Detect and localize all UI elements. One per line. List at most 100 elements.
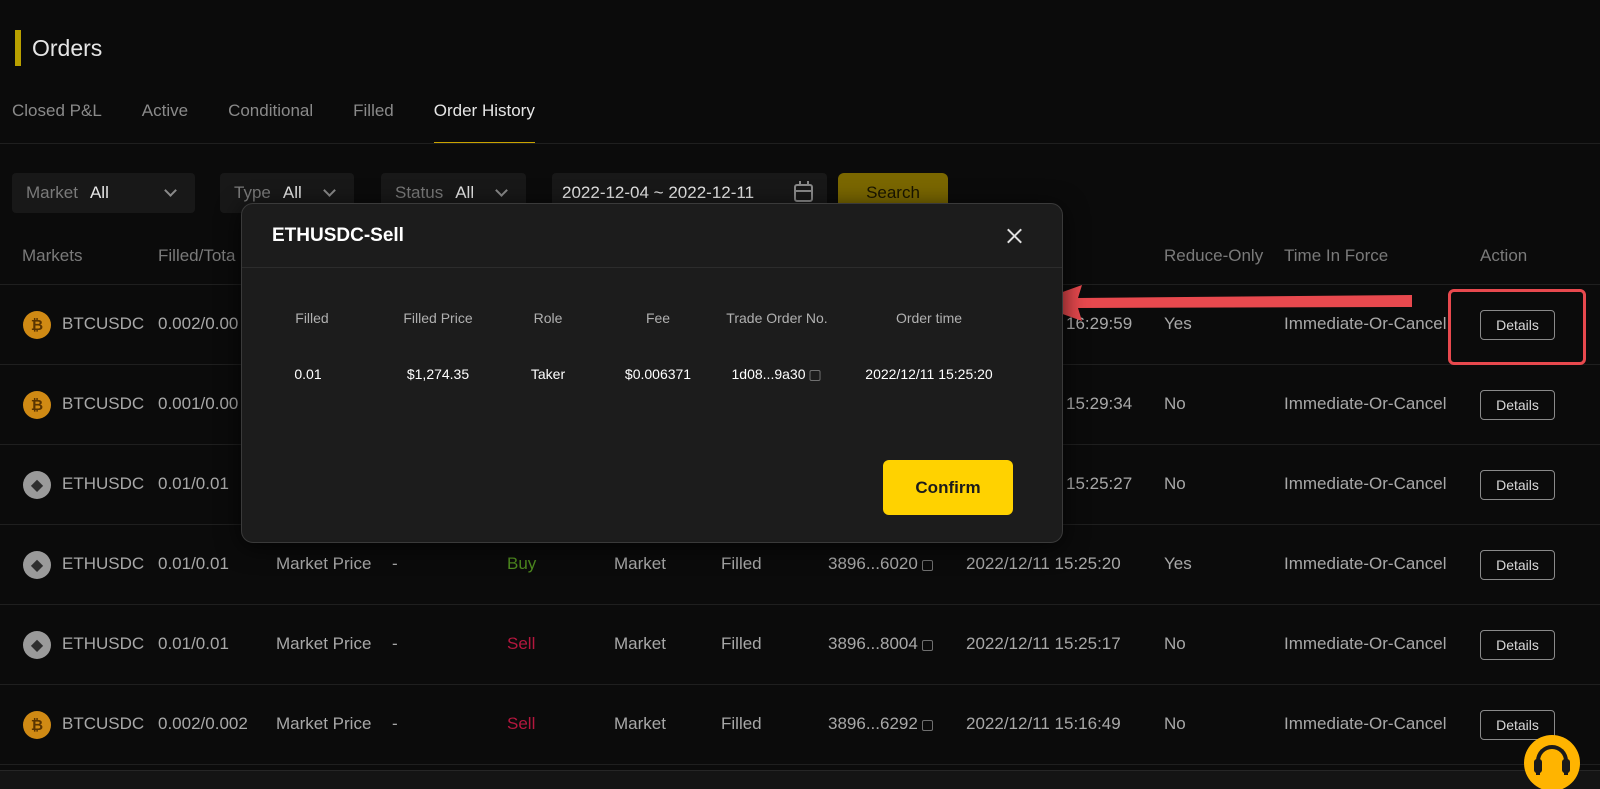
tab-active[interactable]: Active: [142, 96, 188, 144]
header-time-in-force: Time In Force: [1284, 246, 1389, 265]
modal-order-time-value: 2022/12/11 15:25:20: [865, 366, 993, 382]
tabs-divider: [0, 143, 1600, 144]
ethereum-icon: ◆: [23, 551, 51, 579]
time-in-force-cell: Immediate-Or-Cancel: [1284, 554, 1447, 573]
header-reduce-only: Reduce-Only: [1164, 246, 1264, 265]
modal-filled-price-value: $1,274.35: [406, 366, 470, 382]
order-time-cell: 2022/12/11 15:25:20: [966, 554, 1121, 573]
details-button[interactable]: Details: [1480, 550, 1555, 580]
market-cell: ETHUSDC: [62, 554, 145, 573]
reduce-only-cell: Yes: [1164, 554, 1192, 573]
filled-total-cell: 0.01/0.01: [158, 474, 229, 493]
page-title: Orders: [32, 34, 103, 61]
details-button[interactable]: Details: [1480, 390, 1555, 420]
modal-title: ETHUSDC-Sell: [272, 225, 404, 246]
confirm-button[interactable]: Confirm: [883, 460, 1013, 515]
modal-header-trade-order-no: Trade Order No.: [726, 310, 828, 326]
side-cell: Buy: [507, 554, 537, 573]
market-cell: ETHUSDC: [62, 634, 145, 653]
order-no-cell: 3896...8004: [828, 634, 933, 654]
details-button[interactable]: Details: [1480, 630, 1555, 660]
bitcoin-icon: ₿: [23, 311, 51, 339]
table-row: ◆ ETHUSDC 0.01/0.01 Market Price - Sell …: [0, 605, 1600, 685]
side-cell: Sell: [507, 714, 536, 733]
market-cell: ETHUSDC: [62, 474, 145, 493]
side-cell: Sell: [507, 634, 536, 653]
header-markets: Markets: [22, 246, 83, 265]
headset-left-ear: [1534, 759, 1542, 773]
type-cell: Market: [614, 554, 666, 573]
copy-icon[interactable]: [921, 720, 933, 731]
bitcoin-icon: ₿: [23, 711, 51, 739]
time-in-force-cell: Immediate-Or-Cancel: [1284, 714, 1447, 733]
order-time-cell: 15:29:34: [1066, 394, 1133, 413]
modal-trade-order-no-value: 1d08...9a30: [731, 366, 806, 382]
tab-filled[interactable]: Filled: [353, 96, 394, 144]
modal-header-filled-price: Filled Price: [403, 310, 473, 326]
order-detail-modal: ETHUSDC-Sell Filled Filled Price Role Fe…: [241, 203, 1063, 543]
type-filter-label: Type: [234, 183, 271, 202]
time-in-force-cell: Immediate-Or-Cancel: [1284, 634, 1447, 653]
status-cell: Filled: [721, 554, 762, 573]
order-no-cell: 3896...6020: [828, 554, 933, 574]
order-no-cell: 3896...6292: [828, 714, 933, 734]
modal-role-value: Taker: [530, 366, 566, 382]
trigger-cell: -: [392, 714, 398, 733]
type-filter-value: All: [282, 183, 302, 202]
time-in-force-cell: Immediate-Or-Cancel: [1284, 474, 1447, 493]
details-button[interactable]: Details: [1480, 470, 1555, 500]
modal-header-role: Role: [533, 310, 563, 326]
order-no-value: 3896...6292: [828, 714, 918, 733]
ethereum-icon: ◆: [23, 471, 51, 499]
market-filter-label: Market: [26, 183, 78, 202]
header-filled-total: Filled/Tota: [158, 246, 236, 265]
order-time-cell: 15:25:27: [1066, 474, 1133, 493]
chevron-down-icon: [164, 184, 177, 197]
bitcoin-icon: ₿: [23, 391, 51, 419]
filled-total-cell: 0.01/0.01: [158, 634, 229, 653]
order-no-value: 3896...6020: [828, 554, 918, 573]
modal-header-filled: Filled: [295, 310, 329, 326]
tab-closed-pnl[interactable]: Closed P&L: [12, 96, 102, 144]
market-cell: BTCUSDC: [62, 394, 145, 413]
status-filter-value: All: [455, 183, 475, 202]
copy-icon[interactable]: [921, 640, 933, 651]
tab-conditional[interactable]: Conditional: [228, 96, 313, 144]
modal-divider: [242, 267, 1062, 268]
annotation-arrow: [1032, 285, 1412, 321]
price-cell: Market Price: [276, 714, 372, 733]
chevron-down-icon: [323, 184, 336, 197]
page-header: Orders: [15, 30, 102, 66]
customer-support-headset-icon[interactable]: [1524, 735, 1580, 789]
modal-filled-value: 0.01: [294, 366, 322, 382]
bottom-bar: [0, 770, 1600, 789]
date-range-value: 2022-12-04 ~ 2022-12-11: [562, 183, 755, 202]
title-accent-bar: [15, 30, 21, 66]
status-cell: Filled: [721, 714, 762, 733]
market-filter[interactable]: Market All: [12, 173, 195, 213]
filled-total-cell: 0.002/0.002: [158, 714, 248, 733]
order-time-cell: 2022/12/11 15:25:17: [966, 634, 1121, 653]
filled-total-cell: 0.002/0.00: [158, 314, 239, 333]
modal-trade-order-no: 1d08...9a30: [732, 366, 821, 382]
modal-header-fee: Fee: [645, 310, 671, 326]
trigger-cell: -: [392, 554, 398, 573]
market-cell: BTCUSDC: [62, 714, 145, 733]
status-cell: Filled: [721, 634, 762, 653]
reduce-only-cell: No: [1164, 714, 1186, 733]
copy-icon[interactable]: [809, 370, 821, 381]
time-in-force-cell: Immediate-Or-Cancel: [1284, 394, 1447, 413]
price-cell: Market Price: [276, 554, 372, 573]
market-cell: BTCUSDC: [62, 314, 145, 333]
order-no-value: 3896...8004: [828, 634, 918, 653]
tab-order-history[interactable]: Order History: [433, 96, 535, 144]
copy-icon[interactable]: [921, 560, 933, 571]
chevron-down-icon: [495, 184, 508, 197]
type-cell: Market: [614, 634, 666, 653]
modal-header-order-time: Order time: [895, 310, 963, 326]
filled-total-cell: 0.01/0.01: [158, 554, 229, 573]
reduce-only-cell: No: [1164, 474, 1186, 493]
status-filter-label: Status: [395, 183, 444, 202]
close-icon[interactable]: [1000, 222, 1028, 250]
ethereum-icon: ◆: [23, 631, 51, 659]
